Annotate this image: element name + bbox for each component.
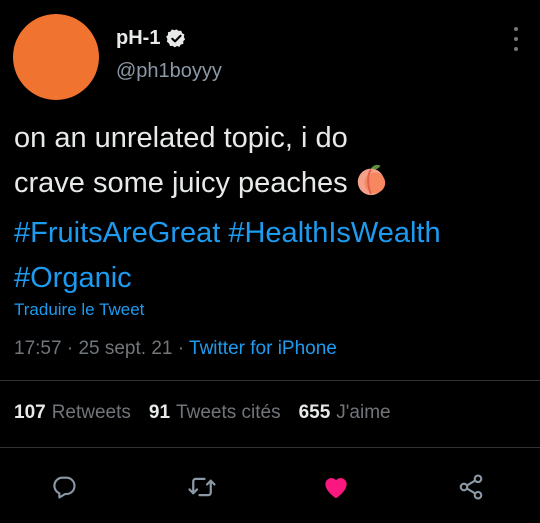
divider — [0, 380, 540, 381]
hashtag-link[interactable]: #Organic — [14, 262, 132, 294]
reply-icon[interactable] — [44, 467, 84, 507]
translate-tweet-link[interactable]: Traduire le Tweet — [14, 300, 144, 320]
retweets-label: Retweets — [51, 402, 131, 423]
hashtag-link[interactable]: #HealthIsWealth — [228, 217, 440, 249]
likes-label: J'aime — [336, 402, 391, 423]
tweet-stats: 107 Retweets 91 Tweets cités 655 J'aime — [14, 402, 409, 424]
share-icon[interactable] — [451, 467, 491, 507]
author-display-name[interactable]: pH-1 — [116, 27, 160, 50]
tweet-line-2-text: crave some juicy peaches — [14, 167, 348, 199]
tweet-actions-bar — [0, 467, 540, 507]
tweet-date[interactable]: 25 sept. 21 — [78, 338, 172, 359]
tweet-line-2: crave some juicy peaches — [14, 161, 534, 211]
peach-emoji-icon — [354, 163, 388, 211]
hashtag-link[interactable]: #FruitsAreGreat — [14, 217, 220, 249]
quotes-stat[interactable]: 91 Tweets cités — [149, 402, 299, 423]
tweet-time[interactable]: 17:57 — [14, 338, 62, 359]
author-name-row: pH-1 — [116, 27, 187, 50]
divider — [0, 447, 540, 448]
retweet-icon[interactable] — [182, 467, 222, 507]
tweet-text: on an unrelated topic, i do crave some j… — [14, 116, 534, 301]
quotes-count: 91 — [148, 402, 171, 423]
tweet-line-4: #Organic — [14, 256, 534, 301]
tweet-meta: 17:57 · 25 sept. 21 · Twitter for iPhone — [14, 338, 337, 360]
meta-separator: · — [177, 338, 185, 359]
tweet-line-1: on an unrelated topic, i do — [14, 122, 348, 154]
avatar[interactable] — [13, 14, 99, 100]
author-handle[interactable]: @ph1boyyy — [116, 60, 222, 83]
more-options-icon[interactable] — [512, 27, 520, 51]
retweets-stat[interactable]: 107 Retweets — [14, 402, 149, 423]
tweet-source-link[interactable]: Twitter for iPhone — [189, 338, 337, 359]
quotes-label: Tweets cités — [176, 402, 281, 423]
likes-count: 655 — [298, 402, 331, 423]
retweets-count: 107 — [14, 402, 46, 423]
tweet-line-3: #FruitsAreGreat #HealthIsWealth — [14, 211, 534, 256]
likes-stat[interactable]: 655 J'aime — [299, 402, 409, 423]
heart-icon[interactable] — [316, 467, 356, 507]
meta-separator: · — [66, 338, 74, 359]
verified-badge-icon — [166, 28, 187, 49]
